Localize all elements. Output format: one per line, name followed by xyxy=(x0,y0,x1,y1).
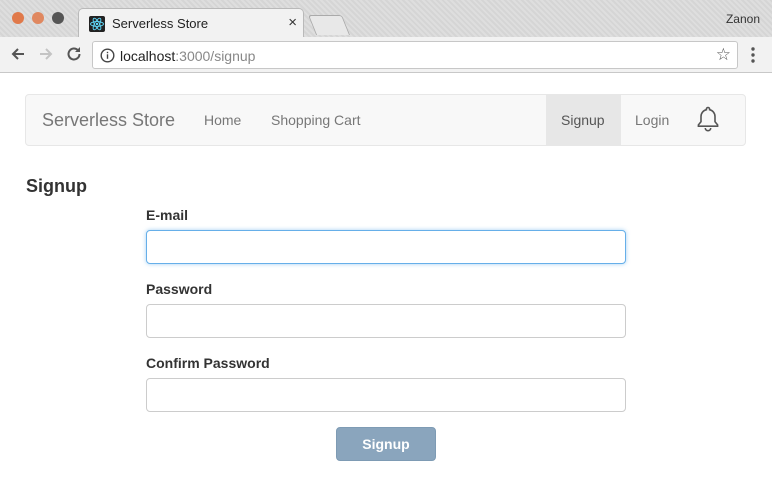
signup-button[interactable]: Signup xyxy=(336,427,436,461)
confirm-password-field[interactable] xyxy=(146,378,626,412)
info-icon[interactable] xyxy=(100,48,115,68)
nav-link-shopping-cart[interactable]: Shopping Cart xyxy=(271,112,361,128)
address-bar[interactable]: localhost:3000/signup ☆ xyxy=(92,41,738,69)
react-favicon-icon xyxy=(89,16,105,32)
maximize-window-button[interactable] xyxy=(52,12,64,24)
confirm-password-label: Confirm Password xyxy=(146,355,270,371)
back-arrow-icon[interactable] xyxy=(8,44,28,64)
nav-link-home[interactable]: Home xyxy=(204,112,241,128)
url-host: localhost xyxy=(120,48,176,64)
profile-name[interactable]: Zanon xyxy=(726,12,760,26)
forward-arrow-icon[interactable] xyxy=(36,44,56,64)
app-navbar: Serverless Store Home Shopping Cart Sign… xyxy=(25,94,746,146)
browser-tab-strip: Serverless Store × Zanon xyxy=(0,0,772,38)
password-field[interactable] xyxy=(146,304,626,338)
minimize-window-button[interactable] xyxy=(32,12,44,24)
url-text: localhost:3000/signup xyxy=(120,48,255,64)
tab-title: Serverless Store xyxy=(112,16,209,31)
page-title: Signup xyxy=(26,176,87,196)
nav-link-signup[interactable]: Signup xyxy=(561,112,605,128)
browser-toolbar: localhost:3000/signup ☆ xyxy=(0,37,772,73)
nav-link-login[interactable]: Login xyxy=(635,112,669,128)
browser-menu-icon[interactable] xyxy=(748,45,758,70)
tab-close-icon[interactable]: × xyxy=(288,14,297,32)
email-label: E-mail xyxy=(146,207,189,223)
brand-link[interactable]: Serverless Store xyxy=(42,110,175,131)
reload-icon[interactable] xyxy=(64,44,84,64)
bell-icon[interactable] xyxy=(696,105,720,138)
new-tab-button[interactable] xyxy=(307,15,351,35)
close-window-button[interactable] xyxy=(12,12,24,24)
url-path: :3000/signup xyxy=(175,48,256,64)
email-field[interactable] xyxy=(146,230,626,264)
bookmark-star-icon[interactable]: ☆ xyxy=(716,46,731,64)
password-label: Password xyxy=(146,281,213,297)
browser-tab[interactable]: Serverless Store × xyxy=(78,8,304,38)
